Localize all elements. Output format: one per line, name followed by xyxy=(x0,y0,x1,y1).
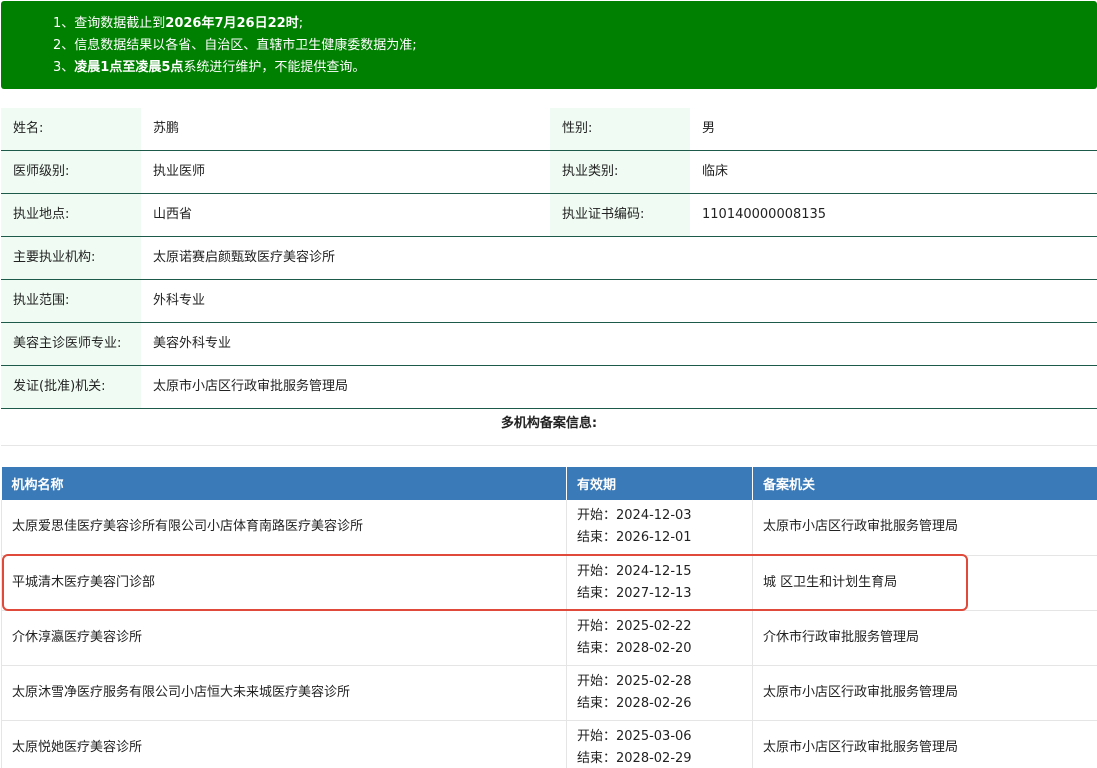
table-row: 平城清木医疗美容门诊部 开始：2024-12-15 结束：2027-12-13 城… xyxy=(1,555,1097,611)
table-row: 介休淳瀛医疗美容诊所 开始：2025-02-22 结束：2028-02-20 介休… xyxy=(1,610,1097,666)
location-label: 执业地点: xyxy=(1,193,141,237)
validity-start: 开始：2024-12-03 xyxy=(577,508,692,524)
gender-value: 男 xyxy=(690,108,1097,151)
validity-start: 开始：2024-12-15 xyxy=(577,563,692,579)
info-row-name: 姓名: 苏鹏 性别: 男 xyxy=(1,108,1097,151)
multi-org-title: 多机构备案信息: xyxy=(1,404,1097,446)
validity-cell: 开始：2025-02-22 结束：2028-02-20 xyxy=(566,610,753,666)
org-table-header: 机构名称 有效期 备案机关 xyxy=(1,467,1097,500)
org-value: 太原诺赛启颜甄致医疗美容诊所 xyxy=(141,236,1097,280)
category-label: 执业类别: xyxy=(550,150,690,194)
validity-cell: 开始：2024-12-03 结束：2026-12-01 xyxy=(566,500,753,556)
info-row-level: 医师级别: 执业医师 执业类别: 临床 xyxy=(1,150,1097,194)
validity-cell: 开始：2025-03-06 结束：2028-02-29 xyxy=(566,720,753,768)
name-value: 苏鹏 xyxy=(141,108,550,151)
notice-line-3: 3、凌晨1点至凌晨5点系统进行维护，不能提供查询。 xyxy=(53,57,1097,79)
info-row-scope: 执业范围: 外科专业 xyxy=(1,279,1097,323)
org-label: 主要执业机构: xyxy=(1,236,141,280)
notice-line-2: 2、信息数据结果以各省、自治区、直辖市卫生健康委数据为准; xyxy=(53,35,1097,57)
doctor-info-table: 姓名: 苏鹏 性别: 男 医师级别: 执业医师 执业类别: 临床 执业地点: 山… xyxy=(1,108,1097,409)
notice-line-1: 1、查询数据截止到2026年7月26日22时; xyxy=(53,13,1097,35)
org-record-table: 机构名称 有效期 备案机关 太原爱思佳医疗美容诊所有限公司小店体育南路医疗美容诊… xyxy=(1,467,1097,768)
info-row-issuer: 发证(批准)机关: 太原市小店区行政审批服务管理局 xyxy=(1,365,1097,409)
gender-label: 性别: xyxy=(550,108,690,151)
issuer-value: 太原市小店区行政审批服务管理局 xyxy=(141,365,1097,409)
validity-end: 结束：2026-12-01 xyxy=(577,530,692,546)
name-label: 姓名: xyxy=(1,108,141,151)
notice-maintenance-time: 凌晨1点至凌晨5点 xyxy=(74,60,184,75)
table-row: 太原沐雪净医疗服务有限公司小店恒大未来城医疗美容诊所 开始：2025-02-28… xyxy=(1,665,1097,721)
validity-end: 结束：2028-02-29 xyxy=(577,750,692,766)
table-row: 太原悦她医疗美容诊所 开始：2025-03-06 结束：2028-02-29 太原… xyxy=(1,720,1097,768)
location-value: 山西省 xyxy=(141,193,550,237)
agency-cell: 太原市小店区行政审批服务管理局 xyxy=(752,665,1097,721)
validity-cell: 开始：2025-02-28 结束：2028-02-26 xyxy=(566,665,753,721)
issuer-label: 发证(批准)机关: xyxy=(1,365,141,409)
scope-label: 执业范围: xyxy=(1,279,141,323)
cert-label: 执业证书编码: xyxy=(550,193,690,237)
agency-cell: 太原市小店区行政审批服务管理局 xyxy=(752,500,1097,556)
header-org-name: 机构名称 xyxy=(1,467,567,500)
validity-start: 开始：2025-02-28 xyxy=(577,673,692,689)
notice-text: 1、查询数据截止到 xyxy=(53,16,166,31)
validity-start: 开始：2025-03-06 xyxy=(577,728,692,744)
notice-banner: 1、查询数据截止到2026年7月26日22时; 2、信息数据结果以各省、自治区、… xyxy=(1,1,1097,89)
level-value: 执业医师 xyxy=(141,150,550,194)
info-row-location: 执业地点: 山西省 执业证书编码: 110140000008135 xyxy=(1,193,1097,237)
beauty-label: 美容主诊医师专业: xyxy=(1,322,141,366)
validity-end: 结束：2027-12-13 xyxy=(577,585,692,601)
notice-text: 2、信息数据结果以各省、自治区、直辖市卫生健康委数据为准; xyxy=(53,38,417,53)
beauty-value: 美容外科专业 xyxy=(141,322,1097,366)
notice-text: 系统进行维护，不能提供查询。 xyxy=(183,60,366,75)
org-name-cell: 平城清木医疗美容门诊部 xyxy=(1,555,567,611)
scope-value: 外科专业 xyxy=(141,279,1097,323)
header-validity: 有效期 xyxy=(566,467,753,500)
notice-text: 3、 xyxy=(53,60,75,75)
notice-text: ; xyxy=(298,16,304,31)
notice-date: 2026年7月26日22时 xyxy=(165,16,299,31)
header-agency: 备案机关 xyxy=(752,467,1097,500)
table-row: 太原爱思佳医疗美容诊所有限公司小店体育南路医疗美容诊所 开始：2024-12-0… xyxy=(1,500,1097,556)
cert-value: 110140000008135 xyxy=(690,193,1097,237)
org-name-cell: 介休淳瀛医疗美容诊所 xyxy=(1,610,567,666)
category-value: 临床 xyxy=(690,150,1097,194)
validity-start: 开始：2025-02-22 xyxy=(577,618,692,634)
level-label: 医师级别: xyxy=(1,150,141,194)
agency-cell: 介休市行政审批服务管理局 xyxy=(752,610,1097,666)
info-row-org: 主要执业机构: 太原诺赛启颜甄致医疗美容诊所 xyxy=(1,236,1097,280)
validity-end: 结束：2028-02-20 xyxy=(577,640,692,656)
info-row-beauty: 美容主诊医师专业: 美容外科专业 xyxy=(1,322,1097,366)
validity-cell: 开始：2024-12-15 结束：2027-12-13 xyxy=(566,555,753,611)
agency-cell: 城 区卫生和计划生育局 xyxy=(752,555,1097,611)
org-name-cell: 太原悦她医疗美容诊所 xyxy=(1,720,567,768)
agency-cell: 太原市小店区行政审批服务管理局 xyxy=(752,720,1097,768)
org-name-cell: 太原爱思佳医疗美容诊所有限公司小店体育南路医疗美容诊所 xyxy=(1,500,567,556)
validity-end: 结束：2028-02-26 xyxy=(577,695,692,711)
org-name-cell: 太原沐雪净医疗服务有限公司小店恒大未来城医疗美容诊所 xyxy=(1,665,567,721)
